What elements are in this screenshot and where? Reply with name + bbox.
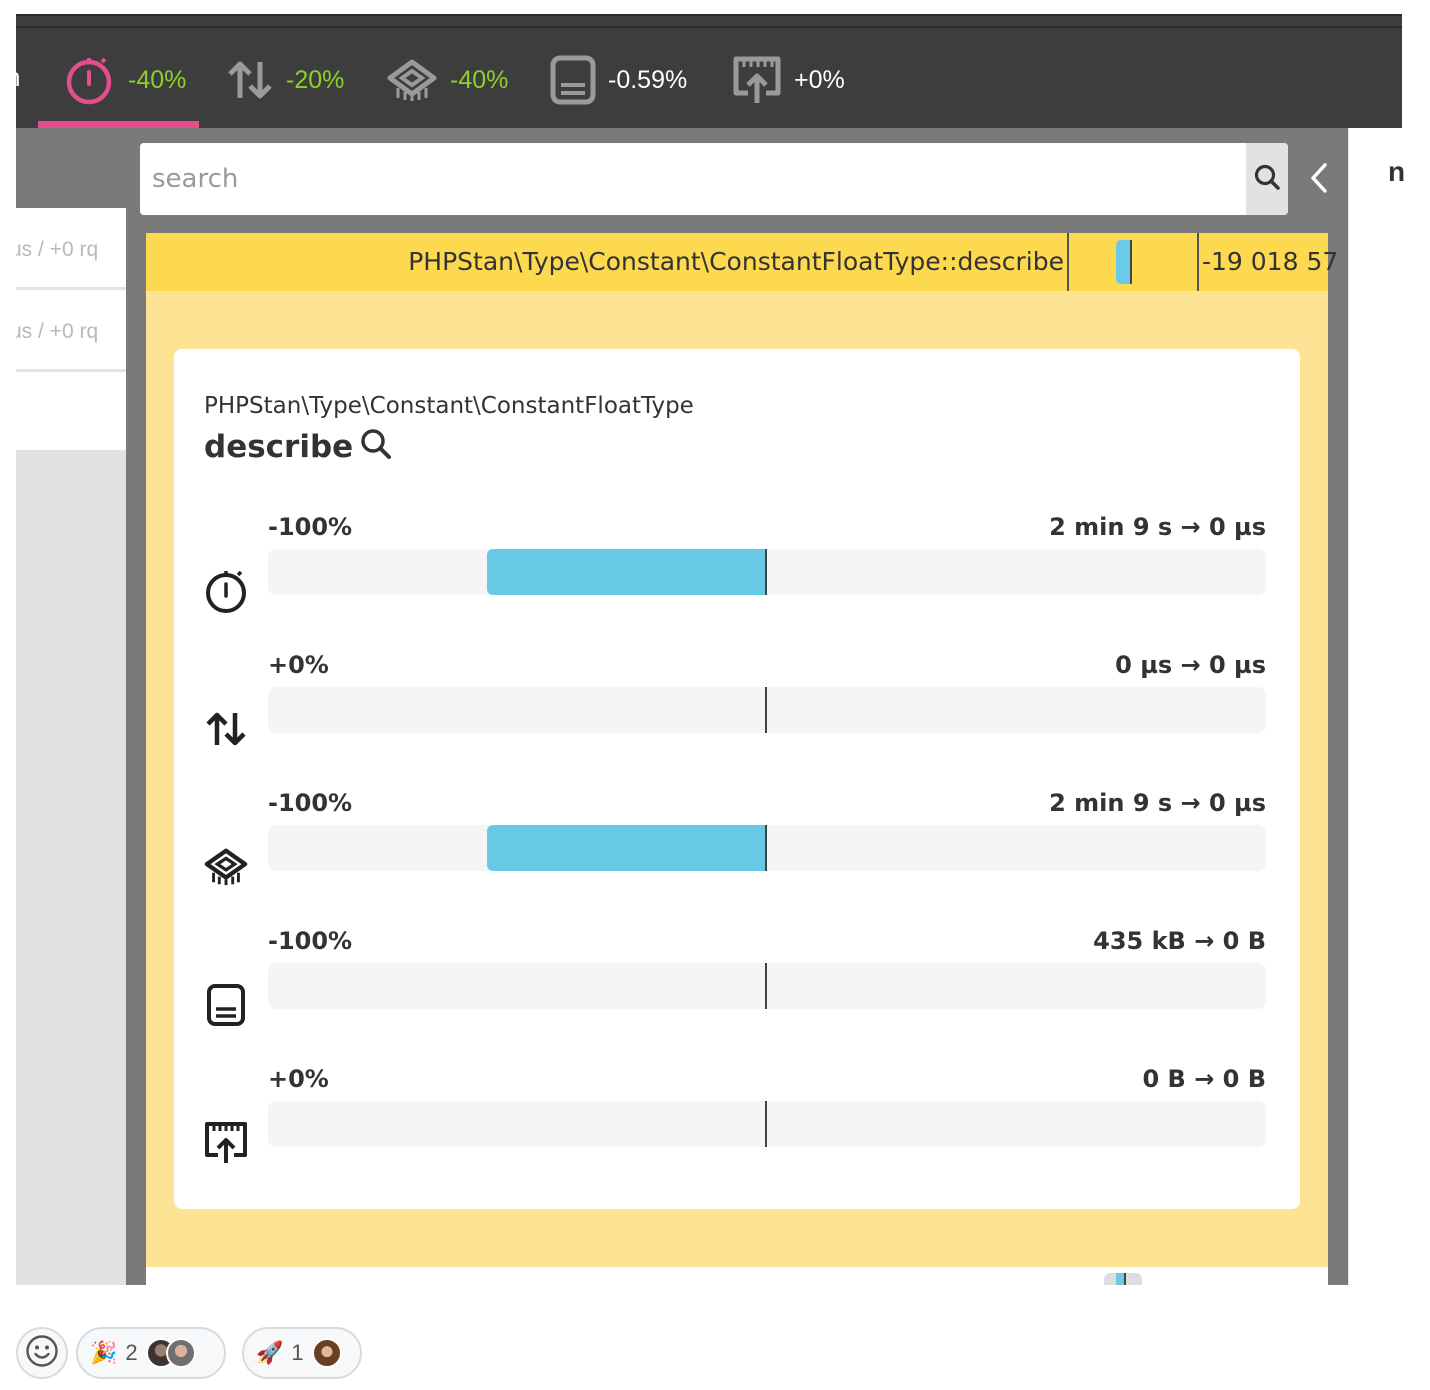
metric-row-memory: -100% 435 kB → 0 B xyxy=(174,927,1300,1065)
method-name: describe xyxy=(204,428,354,465)
avatar xyxy=(165,1338,196,1368)
metric-percent: +0% xyxy=(268,1065,329,1093)
metric-bar-baseline xyxy=(765,1101,767,1147)
metric-change: 435 kB → 0 B xyxy=(1093,927,1266,955)
metric-change: 2 min 9 s → 0 µs xyxy=(1049,513,1266,541)
metric-value-io: -20% xyxy=(286,65,345,94)
cpu-icon xyxy=(386,58,438,102)
search-bar xyxy=(140,143,1288,215)
reaction-avatars xyxy=(145,1338,196,1368)
io-arrows-icon xyxy=(226,60,274,100)
metric-bar-track xyxy=(268,963,1266,1009)
function-detail-card: PHPStan\Type\Constant\ConstantFloatType … xyxy=(174,349,1300,1209)
search-method-icon[interactable] xyxy=(359,427,393,466)
column-divider xyxy=(1067,233,1069,291)
metric-row-cpu: -100% 2 min 9 s → 0 µs xyxy=(174,789,1300,927)
left-panel-header xyxy=(16,128,142,208)
function-row-next[interactable] xyxy=(146,1267,1328,1285)
metric-bar-track xyxy=(268,825,1266,871)
network-icon xyxy=(732,55,782,105)
memory-icon xyxy=(204,983,248,1027)
class-name: PHPStan\Type\Constant\ConstantFloatType xyxy=(204,393,694,419)
metric-bar-baseline xyxy=(765,549,767,595)
list-item[interactable]: us / +0 rq xyxy=(16,208,126,290)
rocket-icon: 🚀 xyxy=(256,1340,284,1365)
smiley-icon xyxy=(25,1334,59,1373)
function-mini-bar xyxy=(1116,240,1132,284)
metric-percent: -100% xyxy=(268,927,353,955)
metric-bar-track xyxy=(268,549,1266,595)
list-item-label: us / +0 rq xyxy=(16,238,99,261)
metric-bar-track xyxy=(268,687,1266,733)
active-tab-indicator xyxy=(38,121,199,128)
metric-change: 0 B → 0 B xyxy=(1142,1065,1266,1093)
metric-percent: +0% xyxy=(268,651,329,679)
search-button[interactable] xyxy=(1246,143,1288,215)
metric-bar-track xyxy=(268,1101,1266,1147)
truncated-right-label: n xyxy=(1388,156,1406,187)
function-value: -19 018 57 xyxy=(1202,247,1339,276)
metric-change: 0 µs → 0 µs xyxy=(1115,651,1266,679)
reaction-count: 2 xyxy=(125,1340,138,1365)
metric-tab-cpu[interactable]: -40% xyxy=(386,52,508,108)
metric-row-wall-time: -100% 2 min 9 s → 0 µs xyxy=(174,513,1300,651)
metrics-toolbar: -40% -20% -40% -0.59% +0% xyxy=(16,16,1402,128)
toolbar-stripe xyxy=(16,26,1402,28)
metric-percent: -100% xyxy=(268,513,353,541)
metric-change: 2 min 9 s → 0 µs xyxy=(1049,789,1266,817)
metric-row-io: +0% 0 µs → 0 µs xyxy=(174,651,1300,789)
memory-icon xyxy=(550,55,596,105)
list-item[interactable]: us / +0 rq xyxy=(16,290,126,372)
metric-bar-baseline xyxy=(765,963,767,1009)
right-panel xyxy=(1348,128,1402,1285)
add-reaction-button[interactable] xyxy=(16,1327,68,1379)
function-mini-bar xyxy=(1104,1273,1142,1285)
metric-value-memory: -0.59% xyxy=(608,65,688,94)
metric-percent: -100% xyxy=(268,789,353,817)
truncated-tab-label: n xyxy=(6,62,21,92)
collapse-button[interactable] xyxy=(1304,160,1334,200)
io-arrows-icon xyxy=(204,707,248,751)
function-name: PHPStan\Type\Constant\ConstantFloatType:… xyxy=(408,247,1064,276)
metric-bar-fill xyxy=(486,825,766,871)
chevron-left-icon xyxy=(1309,162,1329,199)
method-heading: describe xyxy=(204,427,393,466)
column-divider xyxy=(1197,233,1199,291)
cpu-icon xyxy=(204,845,248,889)
avatar xyxy=(311,1338,342,1368)
metric-row-network: +0% 0 B → 0 B xyxy=(174,1065,1300,1203)
metric-tab-wall-time[interactable]: -40% xyxy=(64,52,186,108)
metric-tab-io[interactable]: -20% xyxy=(226,52,344,108)
party-popper-icon: 🎉 xyxy=(90,1340,118,1365)
search-icon xyxy=(1253,163,1281,196)
metric-tab-memory[interactable]: -0.59% xyxy=(550,52,687,108)
metric-bar-fill xyxy=(486,549,766,595)
metric-value-network: +0% xyxy=(794,65,845,94)
metric-value-wall-time: -40% xyxy=(128,65,187,94)
list-item-label: us / +0 rq xyxy=(16,320,99,343)
network-icon xyxy=(204,1121,248,1165)
metric-bar-baseline xyxy=(765,825,767,871)
function-row-selected[interactable]: PHPStan\Type\Constant\ConstantFloatType:… xyxy=(146,233,1338,291)
reaction-party[interactable]: 🎉 2 xyxy=(76,1327,226,1379)
metric-tab-network[interactable]: +0% xyxy=(732,52,845,108)
metric-bar-baseline xyxy=(765,687,767,733)
reaction-count: 1 xyxy=(291,1340,304,1365)
stopwatch-icon xyxy=(204,569,248,613)
left-panel-list: us / +0 rq us / +0 rq xyxy=(16,208,126,450)
stopwatch-icon xyxy=(64,55,116,105)
metric-value-cpu: -40% xyxy=(450,65,509,94)
search-input[interactable] xyxy=(140,143,1246,215)
reaction-rocket[interactable]: 🚀 1 xyxy=(242,1327,362,1379)
